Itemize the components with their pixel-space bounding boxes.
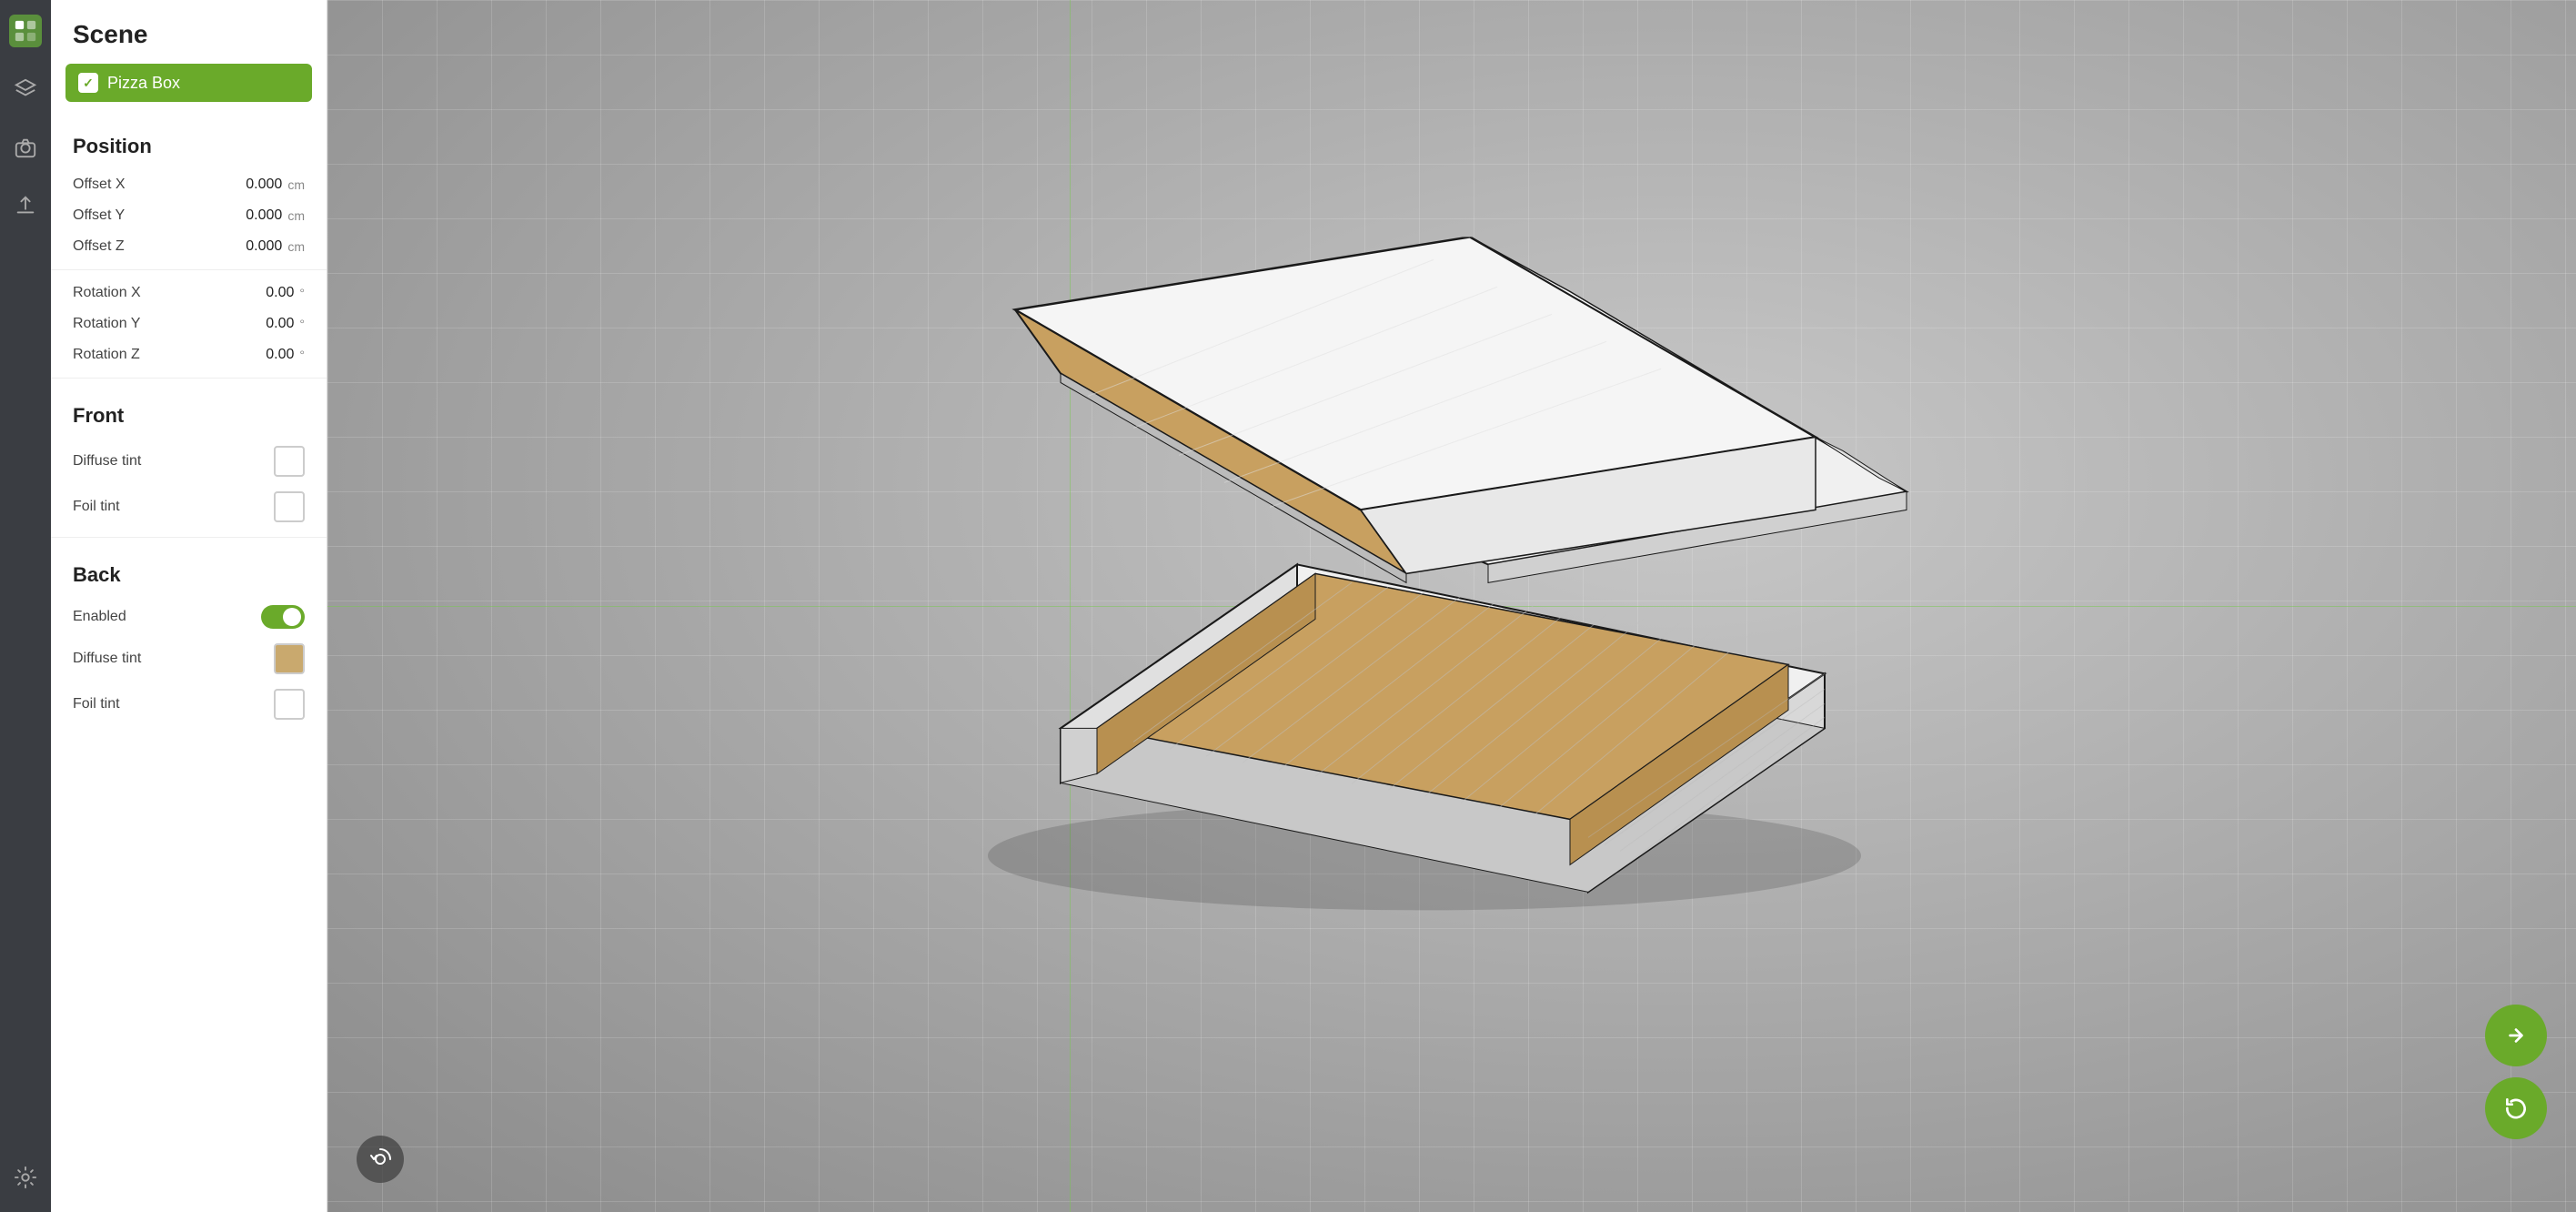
rotation-y-value-group: 0.00 ° bbox=[266, 316, 305, 332]
refresh-button[interactable] bbox=[2485, 1077, 2547, 1139]
rotation-z-row: Rotation Z 0.00 ° bbox=[51, 339, 327, 370]
offset-y-unit: cm bbox=[287, 208, 305, 223]
front-diffuse-tint-row: Diffuse tint bbox=[51, 439, 327, 484]
offset-z-value-group: 0.000 cm bbox=[246, 238, 305, 255]
offset-x-unit: cm bbox=[287, 177, 305, 192]
back-diffuse-tint-row: Diffuse tint bbox=[51, 636, 327, 682]
offset-y-num: 0.000 bbox=[246, 207, 282, 224]
back-diffuse-tint-label: Diffuse tint bbox=[73, 651, 141, 667]
offset-z-label: Offset Z bbox=[73, 238, 125, 255]
offset-z-num: 0.000 bbox=[246, 238, 282, 255]
rotation-z-unit: ° bbox=[299, 348, 305, 362]
offset-y-row: Offset Y 0.000 cm bbox=[51, 200, 327, 231]
offset-x-value-group: 0.000 cm bbox=[246, 177, 305, 193]
upload-icon[interactable] bbox=[9, 189, 42, 222]
rotation-y-unit: ° bbox=[299, 317, 305, 331]
side-panel: Scene Pizza Box Position Offset X 0.000 … bbox=[51, 0, 327, 1212]
layers-icon[interactable] bbox=[9, 73, 42, 106]
offset-x-row: Offset X 0.000 cm bbox=[51, 169, 327, 200]
rotation-x-value-group: 0.00 ° bbox=[266, 285, 305, 301]
rotation-y-label: Rotation Y bbox=[73, 316, 140, 332]
scene-item-label: Pizza Box bbox=[107, 74, 180, 93]
viewport[interactable] bbox=[327, 0, 2576, 1212]
back-enabled-toggle[interactable] bbox=[261, 605, 305, 629]
back-foil-tint-swatch[interactable] bbox=[274, 689, 305, 720]
offset-z-unit: cm bbox=[287, 239, 305, 254]
back-enabled-label: Enabled bbox=[73, 609, 126, 625]
box-3d-container bbox=[951, 237, 1952, 946]
back-foil-tint-row: Foil tint bbox=[51, 682, 327, 727]
scene-item-pizza-box[interactable]: Pizza Box bbox=[65, 64, 312, 102]
back-diffuse-tint-swatch[interactable] bbox=[274, 643, 305, 674]
rotation-x-row: Rotation X 0.00 ° bbox=[51, 278, 327, 308]
rotation-z-label: Rotation Z bbox=[73, 347, 140, 363]
rotation-x-label: Rotation X bbox=[73, 285, 141, 301]
back-enabled-row: Enabled bbox=[51, 598, 327, 636]
logo-icon[interactable] bbox=[9, 15, 42, 47]
rotation-x-num: 0.00 bbox=[266, 285, 294, 301]
box-svg bbox=[951, 237, 1952, 946]
position-section-title: Position bbox=[51, 116, 327, 169]
offset-y-value-group: 0.000 cm bbox=[246, 207, 305, 224]
rotation-z-num: 0.00 bbox=[266, 347, 294, 363]
settings-icon[interactable] bbox=[9, 1161, 42, 1194]
camera-icon[interactable] bbox=[9, 131, 42, 164]
offset-x-label: Offset X bbox=[73, 177, 126, 193]
back-foil-tint-label: Foil tint bbox=[73, 696, 120, 712]
rotation-z-value-group: 0.00 ° bbox=[266, 347, 305, 363]
front-diffuse-tint-label: Diffuse tint bbox=[73, 453, 141, 470]
offset-x-num: 0.000 bbox=[246, 177, 282, 193]
rotation-x-unit: ° bbox=[299, 286, 305, 300]
offset-z-row: Offset Z 0.000 cm bbox=[51, 231, 327, 262]
rotation-y-row: Rotation Y 0.00 ° bbox=[51, 308, 327, 339]
scene-item-check bbox=[78, 73, 98, 93]
icon-bar bbox=[0, 0, 51, 1212]
reset-view-button[interactable] bbox=[357, 1136, 404, 1183]
front-section-title: Front bbox=[51, 386, 327, 439]
front-foil-tint-swatch[interactable] bbox=[274, 491, 305, 522]
front-foil-tint-row: Foil tint bbox=[51, 484, 327, 530]
bottom-right-buttons bbox=[2485, 1005, 2547, 1139]
offset-y-label: Offset Y bbox=[73, 207, 125, 224]
back-section-title: Back bbox=[51, 545, 327, 598]
front-diffuse-tint-swatch[interactable] bbox=[274, 446, 305, 477]
front-foil-tint-label: Foil tint bbox=[73, 499, 120, 515]
next-button[interactable] bbox=[2485, 1005, 2547, 1066]
panel-title: Scene bbox=[51, 0, 327, 64]
rotation-y-num: 0.00 bbox=[266, 316, 294, 332]
